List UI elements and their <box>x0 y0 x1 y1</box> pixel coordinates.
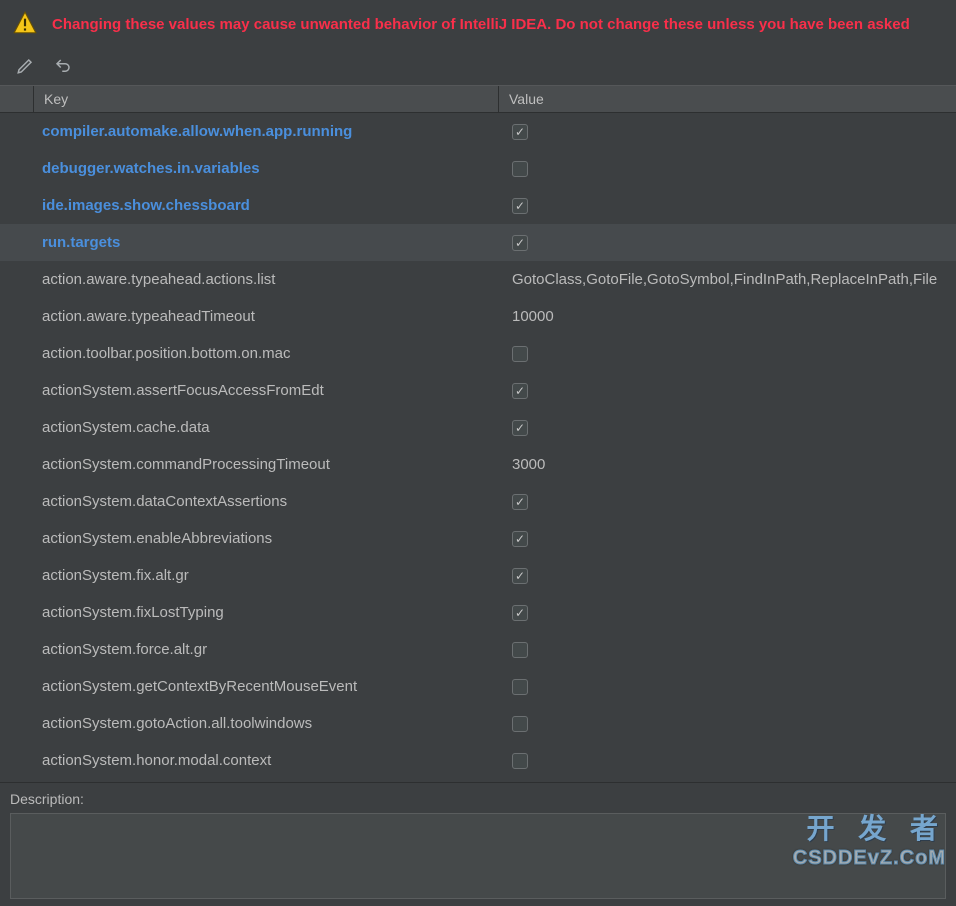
registry-value[interactable] <box>499 753 956 769</box>
registry-value[interactable] <box>499 235 956 251</box>
table-row[interactable]: actionSystem.honor.modal.context <box>0 742 956 771</box>
description-label: Description: <box>10 791 946 807</box>
column-header-value[interactable]: Value <box>499 86 956 112</box>
registry-value[interactable] <box>499 568 956 584</box>
value-checkbox[interactable] <box>512 198 528 214</box>
value-checkbox[interactable] <box>512 494 528 510</box>
toolbar <box>0 53 956 85</box>
registry-key[interactable]: actionSystem.force.alt.gr <box>34 641 499 658</box>
registry-value[interactable] <box>499 198 956 214</box>
registry-key[interactable]: actionSystem.enableAbbreviations <box>34 530 499 547</box>
value-checkbox[interactable] <box>512 716 528 732</box>
table-row[interactable]: actionSystem.dataContextAssertions <box>0 483 956 520</box>
registry-key[interactable]: actionSystem.getContextByRecentMouseEven… <box>34 678 499 695</box>
registry-table: Key Value compiler.automake.allow.when.a… <box>0 85 956 771</box>
registry-key[interactable]: actionSystem.assertFocusAccessFromEdt <box>34 382 499 399</box>
registry-key[interactable]: actionSystem.fix.alt.gr <box>34 567 499 584</box>
table-row[interactable]: actionSystem.enableAbbreviations <box>0 520 956 557</box>
registry-value[interactable] <box>499 346 956 362</box>
value-checkbox[interactable] <box>512 420 528 436</box>
registry-value[interactable] <box>499 642 956 658</box>
registry-value[interactable] <box>499 161 956 177</box>
registry-key[interactable]: actionSystem.cache.data <box>34 419 499 436</box>
registry-key[interactable]: action.aware.typeahead.actions.list <box>34 271 499 288</box>
registry-value[interactable] <box>499 124 956 140</box>
registry-key[interactable]: run.targets <box>34 234 499 251</box>
warning-triangle-icon <box>12 10 38 39</box>
value-checkbox[interactable] <box>512 642 528 658</box>
table-row[interactable]: actionSystem.getContextByRecentMouseEven… <box>0 668 956 705</box>
registry-key[interactable]: actionSystem.honor.modal.context <box>34 752 499 769</box>
edit-button[interactable] <box>14 55 36 77</box>
table-row[interactable]: actionSystem.commandProcessingTimeout300… <box>0 446 956 483</box>
registry-key[interactable]: actionSystem.fixLostTyping <box>34 604 499 621</box>
registry-value[interactable] <box>499 420 956 436</box>
registry-key[interactable]: actionSystem.commandProcessingTimeout <box>34 456 499 473</box>
registry-value[interactable] <box>499 679 956 695</box>
value-checkbox[interactable] <box>512 383 528 399</box>
registry-value[interactable] <box>499 605 956 621</box>
registry-value[interactable]: 10000 <box>499 308 956 325</box>
registry-value[interactable] <box>499 494 956 510</box>
value-checkbox[interactable] <box>512 605 528 621</box>
registry-value[interactable]: GotoClass,GotoFile,GotoSymbol,FindInPath… <box>499 271 956 288</box>
table-row[interactable]: actionSystem.cache.data <box>0 409 956 446</box>
value-checkbox[interactable] <box>512 346 528 362</box>
table-row[interactable]: action.aware.typeahead.actions.listGotoC… <box>0 261 956 298</box>
description-panel: Description: <box>0 782 956 906</box>
table-row[interactable]: ide.images.show.chessboard <box>0 187 956 224</box>
value-checkbox[interactable] <box>512 568 528 584</box>
table-row[interactable]: actionSystem.gotoAction.all.toolwindows <box>0 705 956 742</box>
registry-key[interactable]: ide.images.show.chessboard <box>34 197 499 214</box>
table-body: compiler.automake.allow.when.app.running… <box>0 113 956 771</box>
table-row[interactable]: actionSystem.fix.alt.gr <box>0 557 956 594</box>
registry-key[interactable]: actionSystem.dataContextAssertions <box>34 493 499 510</box>
registry-value[interactable] <box>499 716 956 732</box>
registry-key[interactable]: action.toolbar.position.bottom.on.mac <box>34 345 499 362</box>
value-checkbox[interactable] <box>512 753 528 769</box>
table-row[interactable]: actionSystem.assertFocusAccessFromEdt <box>0 372 956 409</box>
header-gutter <box>0 86 34 112</box>
value-checkbox[interactable] <box>512 161 528 177</box>
registry-value[interactable]: 3000 <box>499 456 956 473</box>
value-checkbox[interactable] <box>512 531 528 547</box>
column-header-key[interactable]: Key <box>34 86 499 112</box>
registry-key[interactable]: compiler.automake.allow.when.app.running <box>34 123 499 140</box>
table-row[interactable]: action.toolbar.position.bottom.on.mac <box>0 335 956 372</box>
registry-key[interactable]: action.aware.typeaheadTimeout <box>34 308 499 325</box>
table-row[interactable]: action.aware.typeaheadTimeout10000 <box>0 298 956 335</box>
table-row[interactable]: actionSystem.force.alt.gr <box>0 631 956 668</box>
registry-value[interactable] <box>499 531 956 547</box>
description-textarea[interactable] <box>10 813 946 899</box>
revert-button[interactable] <box>52 55 74 77</box>
registry-key[interactable]: actionSystem.gotoAction.all.toolwindows <box>34 715 499 732</box>
table-row[interactable]: debugger.watches.in.variables <box>0 150 956 187</box>
table-row[interactable]: actionSystem.fixLostTyping <box>0 594 956 631</box>
warning-text: Changing these values may cause unwanted… <box>52 16 910 33</box>
value-checkbox[interactable] <box>512 235 528 251</box>
value-checkbox[interactable] <box>512 679 528 695</box>
value-checkbox[interactable] <box>512 124 528 140</box>
table-row[interactable]: compiler.automake.allow.when.app.running <box>0 113 956 150</box>
registry-key[interactable]: debugger.watches.in.variables <box>34 160 499 177</box>
registry-value[interactable] <box>499 383 956 399</box>
table-header: Key Value <box>0 85 956 113</box>
table-row[interactable]: run.targets <box>0 224 956 261</box>
warning-banner: Changing these values may cause unwanted… <box>0 0 956 53</box>
